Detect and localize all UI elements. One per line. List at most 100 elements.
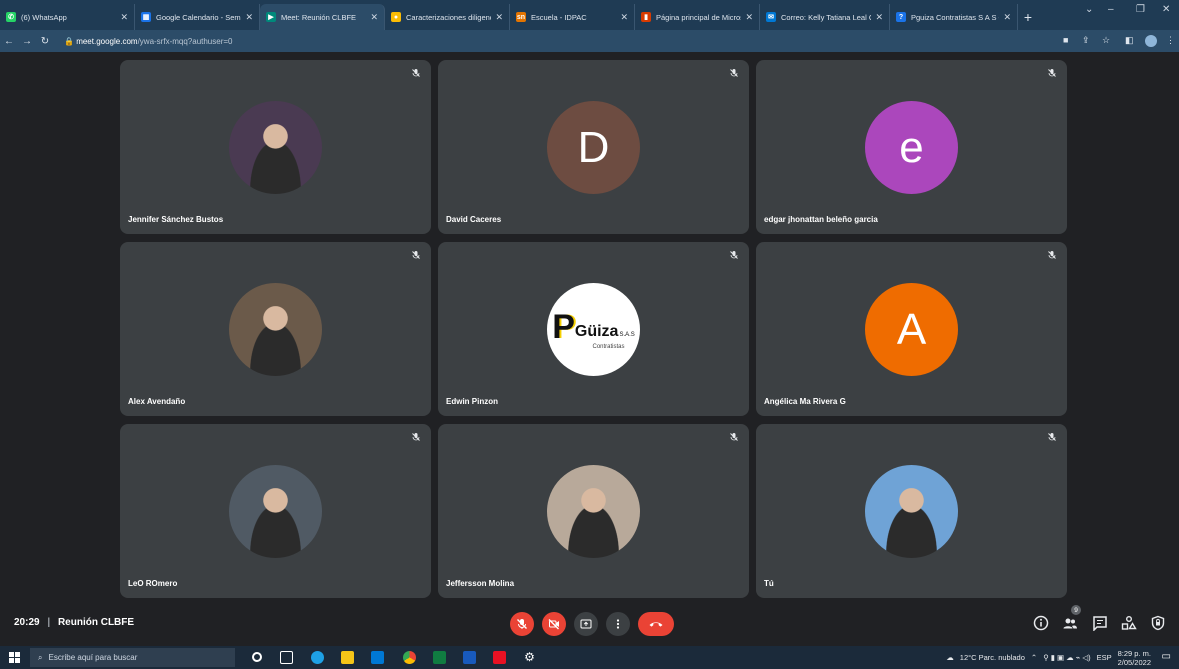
participant-name: Tú xyxy=(764,579,774,588)
browser-tab[interactable]: ▦ Google Calendario - Sema ✕ xyxy=(135,4,260,30)
activities-icon[interactable] xyxy=(1121,615,1137,631)
participant-tile[interactable]: LeO ROmero xyxy=(120,424,431,598)
participant-tile[interactable]: Tú xyxy=(756,424,1067,598)
people-count-badge: 9 xyxy=(1071,605,1081,615)
tray-icons[interactable]: ⚲ ▮ ▣ ☁ ⌁ ◁) xyxy=(1043,653,1090,662)
tab-title: Google Calendario - Sema xyxy=(156,12,242,22)
muted-mic-icon xyxy=(730,433,738,441)
language-indicator[interactable]: ESP xyxy=(1097,653,1112,662)
participant-tile[interactable]: e edgar jhonattan beleño garcia xyxy=(756,60,1067,234)
participant-photo xyxy=(865,465,958,558)
browser-tab[interactable]: ✆ (6) WhatsApp ✕ xyxy=(0,4,135,30)
chat-icon[interactable] xyxy=(1092,615,1108,631)
participant-name: Angélica Ma Rivera G xyxy=(764,397,846,406)
taskbar-search-box[interactable]: ⌕ Escribe aquí para buscar xyxy=(30,648,235,667)
muted-mic-icon xyxy=(1048,433,1056,441)
tab-close-icon[interactable]: ✕ xyxy=(1003,12,1011,23)
file-explorer-icon[interactable] xyxy=(341,651,354,664)
forward-button[interactable]: → xyxy=(18,36,36,47)
people-icon[interactable] xyxy=(1062,615,1078,631)
url-domain: meet.google.com xyxy=(76,36,138,46)
participant-tile[interactable]: Jennifer Sánchez Bustos xyxy=(120,60,431,234)
address-bar: ← → ↻ 🔒 meet.google.com/ywa-srfx-mqq?aut… xyxy=(0,30,1179,52)
edge-icon[interactable] xyxy=(311,651,324,664)
new-tab-button[interactable]: + xyxy=(1018,4,1038,30)
task-view-icon[interactable] xyxy=(280,651,293,664)
settings-gear-icon[interactable]: ⚙ xyxy=(523,651,536,664)
restore-button[interactable]: ❐ xyxy=(1136,4,1145,15)
tab-close-icon[interactable]: ✕ xyxy=(245,12,253,23)
participant-avatar: A xyxy=(865,283,958,376)
tab-close-icon[interactable]: ✕ xyxy=(495,12,503,23)
tab-favicon-icon: ▦ xyxy=(141,12,151,22)
avatar-letter: e xyxy=(899,122,924,172)
participant-tile[interactable]: Alex Avendaño xyxy=(120,242,431,416)
tab-close-icon[interactable]: ✕ xyxy=(120,12,128,23)
back-button[interactable]: ← xyxy=(0,36,18,47)
participant-tile[interactable]: A Angélica Ma Rivera G xyxy=(756,242,1067,416)
weather-icon[interactable]: ☁ xyxy=(946,653,954,662)
participant-name: Jeffersson Molina xyxy=(446,579,515,588)
mic-toggle-button[interactable] xyxy=(510,612,534,636)
word-icon[interactable] xyxy=(463,651,476,664)
store-icon[interactable] xyxy=(371,651,384,664)
excel-icon[interactable] xyxy=(433,651,446,664)
profile-avatar[interactable] xyxy=(1145,35,1157,47)
present-icon xyxy=(580,619,592,629)
camera-off-icon xyxy=(548,619,559,630)
tab-favicon-icon: ▮ xyxy=(641,12,651,22)
weather-text[interactable]: 12°C Parc. nublado xyxy=(960,653,1025,662)
browser-tab[interactable]: ? Pguiza Contratistas S A S - ✕ xyxy=(890,4,1018,30)
taskbar-date: 2/05/2022 xyxy=(1117,657,1151,667)
tray-chevron-icon[interactable]: ⌃ xyxy=(1031,653,1037,662)
tab-favicon-icon: ✉ xyxy=(766,12,776,22)
present-screen-button[interactable] xyxy=(574,612,598,636)
camera-toggle-button[interactable] xyxy=(542,612,566,636)
tab-favicon-icon: ▶ xyxy=(266,12,276,22)
search-placeholder: Escribe aquí para buscar xyxy=(48,653,138,662)
notifications-icon[interactable]: ▭ xyxy=(1162,651,1171,662)
participant-name: LeO ROmero xyxy=(128,579,178,588)
browser-tab[interactable]: ▮ Página principal de Micros ✕ xyxy=(635,4,760,30)
cortana-icon[interactable] xyxy=(252,652,262,662)
url-field[interactable]: 🔒 meet.google.com/ywa-srfx-mqq?authuser=… xyxy=(64,37,233,46)
participant-tile[interactable]: P Güiza S.A.S Contratistas Edwin Pinzon xyxy=(438,242,749,416)
participant-tile[interactable]: D David Caceres xyxy=(438,60,749,234)
tab-close-icon[interactable]: ✕ xyxy=(875,12,883,23)
tab-favicon-icon: ? xyxy=(896,12,906,22)
tab-search-icon[interactable]: ⌄ xyxy=(1085,4,1093,15)
host-controls-icon[interactable] xyxy=(1150,615,1166,631)
share-icon[interactable]: ⇪ xyxy=(1082,35,1090,46)
sidebar-icon[interactable]: ◧ xyxy=(1125,35,1134,46)
leave-call-button[interactable] xyxy=(638,612,674,636)
meeting-details-icon[interactable] xyxy=(1033,615,1049,631)
company-logo-avatar: P Güiza S.A.S Contratistas xyxy=(547,283,640,376)
acrobat-icon[interactable] xyxy=(493,651,506,664)
participant-tile[interactable]: Jeffersson Molina xyxy=(438,424,749,598)
tab-close-icon[interactable]: ✕ xyxy=(745,12,753,23)
tab-close-icon[interactable]: ✕ xyxy=(620,12,628,23)
system-tray: ☁ 12°C Parc. nublado ⌃ ⚲ ▮ ▣ ☁ ⌁ ◁) ESP … xyxy=(946,646,1151,669)
browser-tab[interactable]: ● Caracterizaciones diligenci ✕ xyxy=(385,4,510,30)
taskbar-clock[interactable]: 8:29 p. m. 2/05/2022 xyxy=(1118,649,1151,667)
camera-indicator-icon[interactable]: ■ xyxy=(1063,35,1068,45)
more-vert-icon xyxy=(616,619,620,629)
minimize-button[interactable]: – xyxy=(1108,4,1114,15)
meeting-time: 20:29 xyxy=(14,617,40,628)
participant-name: David Caceres xyxy=(446,215,502,224)
windows-start-icon[interactable] xyxy=(9,652,20,663)
more-options-button[interactable] xyxy=(606,612,630,636)
bookmark-star-icon[interactable]: ☆ xyxy=(1102,35,1110,46)
browser-menu-icon[interactable]: ⋮ xyxy=(1166,35,1175,46)
chrome-icon[interactable] xyxy=(403,651,416,664)
hang-up-icon xyxy=(649,622,663,627)
reload-button[interactable]: ↻ xyxy=(36,36,54,47)
participant-photo xyxy=(547,465,640,558)
browser-tab[interactable]: ▶ Meet: Reunión CLBFE ✕ xyxy=(260,4,385,30)
browser-tab[interactable]: sn Escuela - IDPAC ✕ xyxy=(510,4,635,30)
tab-close-icon[interactable]: ✕ xyxy=(370,12,378,23)
browser-tab[interactable]: ✉ Correo: Kelly Tatiana Leal C ✕ xyxy=(760,4,890,30)
taskbar-time: 8:29 p. m. xyxy=(1117,648,1151,658)
tab-title: Página principal de Micros xyxy=(656,12,742,22)
close-window-button[interactable]: ✕ xyxy=(1162,4,1170,15)
